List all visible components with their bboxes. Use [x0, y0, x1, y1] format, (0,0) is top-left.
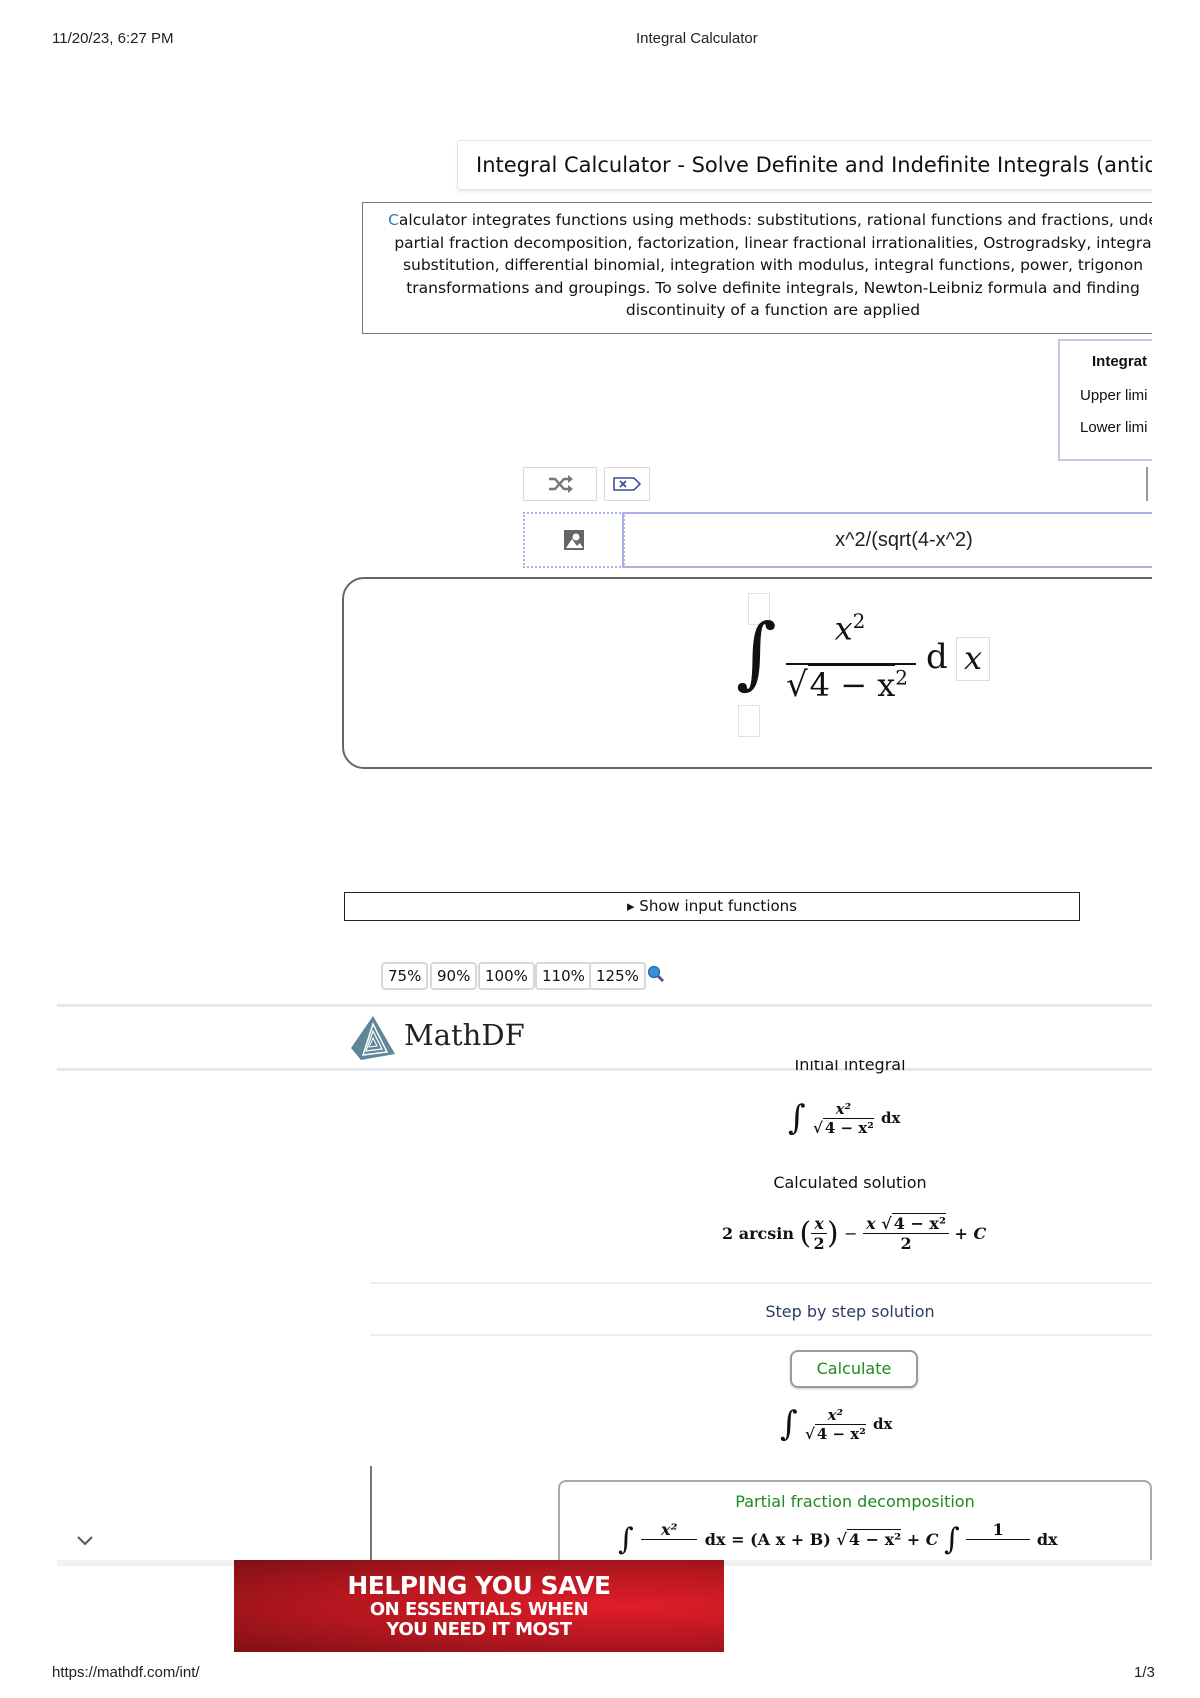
calculated-solution-label: Calculated solution [773, 1173, 927, 1192]
step-by-step-link[interactable]: Step by step solution [700, 1302, 1000, 1321]
expression-input[interactable]: x^2/(sqrt(4-x^2) [622, 512, 1152, 568]
magnifier-icon[interactable] [646, 964, 666, 984]
calculator-description: Calculator integrates functions using me… [362, 202, 1152, 334]
description-line-1: Calculator integrates functions using me… [388, 211, 1152, 229]
lower-limit-label[interactable]: Lower limi [1080, 419, 1148, 436]
integrate-label[interactable]: Integrat [1092, 353, 1147, 370]
step-integral-math: ∫ x² √ 4 − x² dx [780, 1404, 893, 1444]
variable-input[interactable]: x [956, 637, 990, 681]
divider [57, 1004, 1152, 1007]
ad-line-2: ON ESSENTIALS WHEN [369, 1599, 589, 1620]
shuffle-icon [549, 475, 573, 493]
zoom-125-button[interactable]: 125% [589, 962, 646, 990]
page-heading: Integral Calculator - Solve Definite and… [457, 140, 1152, 190]
step-formula: ∫ x² dx = (A x + B) √ 4 − x² + C ∫ 1 dx [618, 1520, 1058, 1557]
divider [370, 1282, 1152, 1284]
mathdf-logo-text[interactable]: MathDF [404, 1018, 525, 1052]
ad-line-3: YOU NEED IT MOST [386, 1619, 572, 1640]
step-card: Partial fraction decomposition ∫ x² dx =… [558, 1480, 1152, 1562]
side-control-edge [1146, 467, 1148, 501]
divider [370, 1334, 1152, 1336]
ad-line-1: HELPING YOU SAVE [347, 1571, 611, 1600]
image-upload-button[interactable] [523, 512, 625, 568]
description-line-5: discontinuity of a function are applied [625, 301, 921, 319]
zoom-100-button[interactable]: 100% [478, 962, 535, 990]
zoom-110-button[interactable]: 110% [535, 962, 592, 990]
description-line-3: substitution, differential binomial, int… [402, 256, 1144, 274]
description-first-letter: C [388, 211, 399, 229]
math-preview: ∫ x2 √4 − x2 d x [342, 577, 1152, 769]
description-line-2: partial fraction decomposition, factoriz… [394, 233, 1152, 252]
preview-denominator: √4 − x2 [786, 665, 908, 705]
lower-limit-placeholder[interactable] [738, 705, 760, 737]
zoom-75-button[interactable]: 75% [381, 962, 429, 990]
step-tree-line [370, 1466, 372, 1560]
mathdf-logo-icon[interactable] [349, 1014, 397, 1062]
advertisement-banner[interactable]: HELPING YOU SAVE ON ESSENTIALS WHEN YOU … [234, 1560, 724, 1652]
differential-d: d [926, 637, 948, 677]
integration-options-panel: Integrat Upper limi Lower limi [1058, 339, 1152, 461]
step-title: Partial fraction decomposition [735, 1492, 975, 1511]
initial-integral-label: Initial integral [794, 1060, 906, 1074]
show-input-functions-toggle[interactable]: ▸ Show input functions [344, 892, 1080, 921]
calculate-button[interactable]: Calculate [790, 1350, 918, 1388]
calculated-solution-math: 2 arcsin (x 2) − x √ 4 − x² 2 + C [722, 1213, 987, 1253]
preview-numerator: x2 [834, 609, 866, 648]
initial-integral-math: ∫ x² √ 4 − x² dx [788, 1098, 901, 1138]
integral-sign: ∫ [736, 608, 777, 698]
image-icon [564, 530, 584, 550]
backspace-clear-icon [613, 477, 642, 491]
upper-limit-label[interactable]: Upper limi [1080, 387, 1148, 404]
zoom-90-button[interactable]: 90% [430, 962, 478, 990]
clear-button[interactable] [604, 467, 650, 501]
description-line-4: transformations and groupings. To solve … [406, 278, 1140, 297]
shuffle-button[interactable] [523, 467, 597, 501]
page-viewport: Integral Calculator - Solve Definite and… [0, 0, 1152, 1698]
chevron-down-icon[interactable] [76, 1534, 94, 1548]
